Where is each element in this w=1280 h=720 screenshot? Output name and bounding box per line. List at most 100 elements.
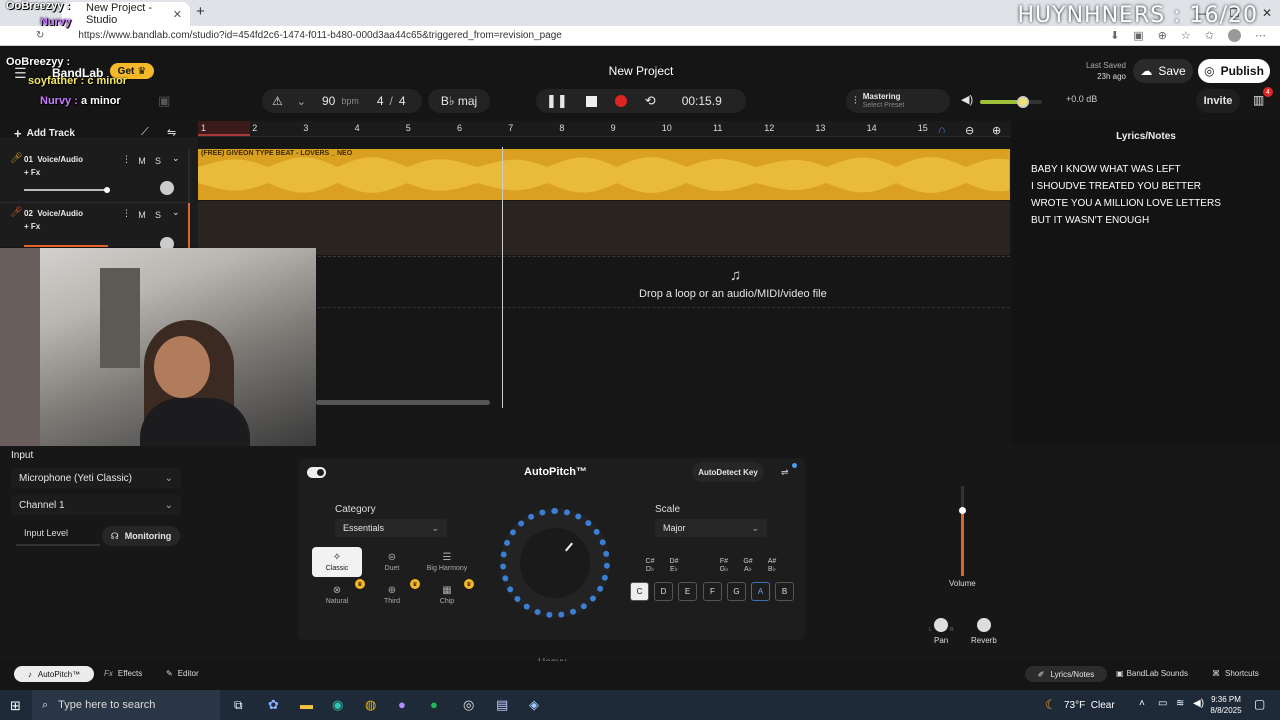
profile-avatar[interactable] (1228, 29, 1241, 42)
app-icon[interactable]: ▤ (496, 697, 508, 713)
autodetect-key-button[interactable]: AutoDetect Key (692, 462, 764, 482)
chrome-icon[interactable]: ◍ (365, 697, 376, 713)
playhead[interactable] (502, 147, 503, 408)
browser-menu-icon[interactable]: ⋯ (1255, 29, 1266, 42)
autopitch-settings-icon[interactable]: ⇌ (781, 467, 789, 478)
solo-button[interactable]: S (151, 209, 165, 221)
bookmark-star-icon[interactable]: ☆ (1181, 29, 1191, 42)
key-g[interactable]: G (727, 582, 746, 601)
key-d-sharp[interactable]: D# E♭ (664, 558, 684, 574)
invite-button[interactable]: Invite (1196, 89, 1240, 113)
new-tab-icon[interactable]: + (196, 3, 205, 20)
input-channel-select[interactable]: Channel 1 ⌄ (11, 495, 181, 515)
add-fx-button[interactable]: + Fx (24, 222, 40, 231)
key-b[interactable]: B (775, 582, 794, 601)
key-a-sharp[interactable]: A# B♭ (762, 558, 782, 574)
close-window-icon[interactable]: ✕ (1262, 6, 1272, 20)
file-explorer-icon[interactable]: ▬ (300, 697, 313, 712)
timeline-ruler[interactable]: 1 2 3 4 5 6 7 8 9 10 11 12 13 14 15 (198, 121, 1010, 137)
type-big-harmony-button[interactable]: ☰ Big Harmony (422, 547, 472, 577)
edge-icon[interactable]: ◉ (332, 697, 343, 713)
key-g-sharp[interactable]: G# A♭ (738, 558, 758, 574)
footer-tab-editor[interactable]: ✎ Editor (166, 669, 199, 678)
key-selector[interactable]: B♭ maj (428, 89, 490, 113)
track-2-lane[interactable] (198, 201, 1010, 255)
track-name[interactable]: 02 Voice/Audio (24, 209, 83, 218)
app-icon[interactable]: ◎ (463, 697, 474, 713)
category-select[interactable]: Essentials ⌄ (335, 519, 447, 537)
steam-icon[interactable]: ◈ (529, 697, 539, 713)
time-signature-denominator[interactable]: 4 (399, 94, 406, 108)
tray-chevron-icon[interactable]: ˄ (1139, 698, 1145, 709)
pan-knob[interactable] (934, 618, 948, 632)
key-c-sharp[interactable]: C# D♭ (640, 558, 660, 574)
pause-button[interactable]: ❚❚ (546, 93, 568, 109)
clock[interactable]: 9:36 PM 8/8/2025 (1204, 694, 1248, 716)
add-fx-button[interactable]: + Fx (24, 168, 40, 177)
track-more-icon[interactable]: ⋮ (122, 208, 131, 219)
solo-button[interactable]: S (151, 155, 165, 167)
download-icon[interactable]: ⬇ (1110, 29, 1119, 42)
snap-magnet-icon[interactable]: ∩ (938, 124, 946, 136)
zoom-out-icon[interactable]: ⊖ (965, 124, 974, 137)
lyrics-text[interactable]: BABY I KNOW WHAT WAS LEFT I SHOUDVE TREA… (1031, 161, 1280, 229)
monitoring-button[interactable]: ☊ Monitoring (102, 526, 180, 546)
record-button[interactable] (614, 95, 627, 107)
zoom-icon[interactable]: ⊕ (1158, 29, 1167, 42)
metronome-dropdown-icon[interactable]: ⌄ (297, 95, 306, 108)
key-e[interactable]: E (678, 582, 697, 601)
cast-icon[interactable]: ▣ (1133, 29, 1143, 42)
key-a[interactable]: A (751, 582, 770, 601)
footer-tab-shortcuts[interactable]: ⌘ Shortcuts (1212, 669, 1259, 678)
track-header-1[interactable]: 🎤︎ 01 Voice/Audio ⋮ M S ⌄ + Fx (0, 149, 190, 203)
key-f[interactable]: F (703, 582, 722, 601)
collapse-panel-icon[interactable]: ▣ (158, 93, 170, 109)
drop-area[interactable]: ♫ Drop a loop or an audio/MIDI/video fil… (198, 256, 1010, 408)
master-volume-slider[interactable] (980, 96, 1042, 108)
zoom-in-icon[interactable]: ⊕ (992, 124, 1001, 137)
track-pan-knob[interactable] (160, 181, 174, 195)
track-volume-slider[interactable] (24, 245, 108, 247)
wifi-icon[interactable]: ≋ (1176, 698, 1184, 709)
key-d[interactable]: D (654, 582, 673, 601)
speaker-icon[interactable]: ◀) (961, 93, 973, 106)
metronome-icon[interactable]: ⚠ (272, 94, 283, 108)
scale-select[interactable]: Major ⌄ (655, 519, 767, 537)
track-volume-slider[interactable] (24, 187, 110, 193)
autopitch-amount-knob[interactable] (500, 508, 610, 618)
expand-track-icon[interactable]: ⌄ (172, 153, 180, 164)
network-icon[interactable]: ▭ (1158, 698, 1167, 709)
autopitch-toggle[interactable] (307, 467, 326, 478)
task-view-icon[interactable]: ⧉ (234, 698, 243, 713)
mastering-button[interactable]: ⫶ Mastering Select Preset (846, 89, 950, 113)
footer-tab-autopitch[interactable]: ♪ AutoPitch™ (14, 666, 94, 682)
notifications-icon[interactable]: ▢ (1254, 697, 1265, 711)
reload-icon[interactable]: ↻ (36, 30, 44, 41)
footer-tab-lyrics[interactable]: ✐ Lyrics/Notes (1025, 666, 1107, 682)
weather-text[interactable]: 73°F Clear (1064, 700, 1115, 711)
key-f-sharp[interactable]: F# G♭ (714, 558, 734, 574)
stop-button[interactable] (585, 95, 597, 107)
track-more-icon[interactable]: ⋮ (122, 154, 131, 165)
spotify-icon[interactable]: ● (430, 697, 438, 712)
horizontal-scrollbar[interactable] (316, 400, 490, 405)
volume-icon[interactable]: ◀) (1193, 698, 1204, 709)
save-button[interactable]: ☁ Save (1133, 59, 1193, 83)
browser-tab[interactable]: New Project - Studio ✕ (62, 2, 190, 26)
type-classic-button[interactable]: ✧ Classic (312, 547, 362, 577)
close-tab-icon[interactable]: ✕ (173, 8, 182, 21)
favorites-icon[interactable]: ✩ (1205, 29, 1214, 42)
channel-volume-fader[interactable] (959, 486, 966, 576)
reverb-knob[interactable] (977, 618, 991, 632)
copilot-icon[interactable]: ✿ (268, 697, 279, 713)
obs-icon[interactable]: ● (398, 697, 406, 712)
footer-tab-sounds[interactable]: ▣ BandLab Sounds (1116, 669, 1188, 678)
type-duet-button[interactable]: ⊜ Duet (367, 547, 417, 577)
mute-button[interactable]: M (135, 209, 149, 221)
loop-icon[interactable]: ⟲ (645, 93, 656, 109)
bpm-value[interactable]: 90 (322, 94, 335, 108)
time-signature-numerator[interactable]: 4 (377, 94, 384, 108)
gift-icon[interactable]: ▥ (1253, 93, 1264, 107)
mute-button[interactable]: M (135, 155, 149, 167)
expand-track-icon[interactable]: ⌄ (172, 207, 180, 218)
